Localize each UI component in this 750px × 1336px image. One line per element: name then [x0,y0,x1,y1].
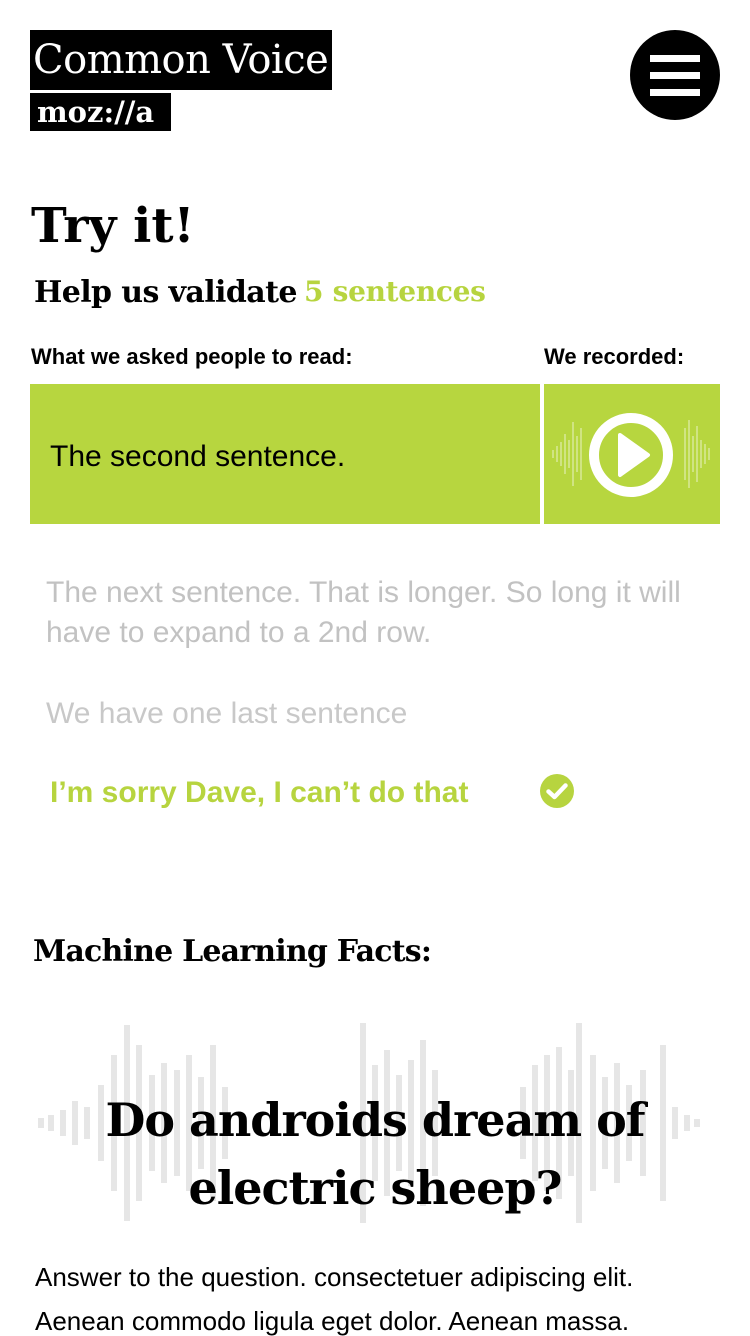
asked-label: What we asked people to read: [31,344,353,369]
play-recording-button[interactable] [544,384,720,524]
mozilla-logo[interactable]: moz://a [30,93,171,131]
next-sentence: We have one last sentence [46,697,408,730]
facts-heading: Machine Learning Facts: [33,934,432,969]
next-sentence: The next sentence. That is longer. So lo… [46,576,681,649]
hamburger-menu-icon-bar [650,72,700,79]
recorded-label: We recorded: [544,344,685,369]
current-sentence-text: The second sentence. [50,440,346,473]
sentence-count: 5 sentences [304,275,486,308]
validated-sentence: I’m sorry Dave, I can’t do that [50,776,469,809]
page-title: Try it! [31,198,195,254]
fact-question: Do androids dream of electric sheep? [105,1093,645,1215]
fact-answer: Answer to the question. consectetuer adi… [35,1262,634,1336]
hamburger-menu-icon [650,55,700,62]
common-voice-logo[interactable]: Common Voice [30,30,333,90]
play-icon [589,413,673,497]
check-circle-icon [540,774,574,808]
hamburger-menu-icon-bar [650,89,700,96]
current-sentence-card: The second sentence. [30,384,540,524]
help-heading: Help us validate [34,275,297,310]
waveform-icon [552,413,710,497]
hamburger-menu-button[interactable] [630,30,720,120]
